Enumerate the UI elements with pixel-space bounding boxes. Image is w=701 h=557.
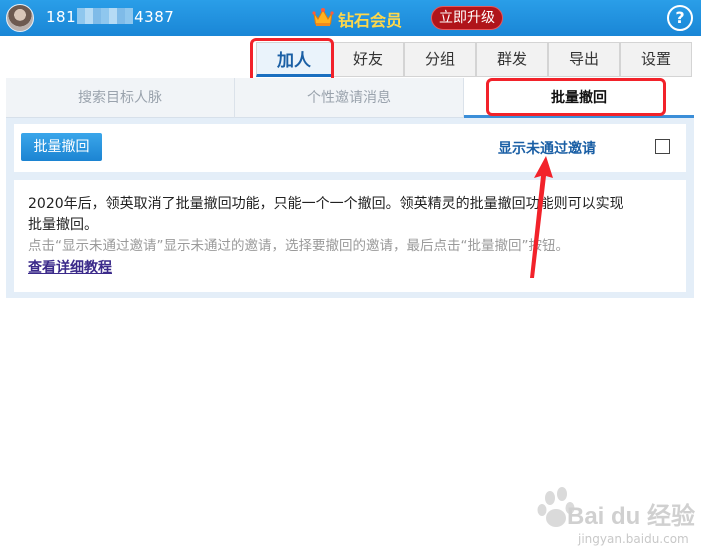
top-bar: 181 4387 钻石会员 立即升级 ? xyxy=(0,0,701,36)
watermark-brand: Bai du 经验 xyxy=(567,503,696,530)
tab-bulk-message[interactable]: 群发 xyxy=(476,42,548,77)
annotation-arrow-icon xyxy=(530,156,553,278)
tab-export[interactable]: 导出 xyxy=(548,42,620,77)
phone-mask xyxy=(77,8,134,24)
vip-label: 钻石会员 xyxy=(338,11,403,30)
crown-icon xyxy=(312,8,334,26)
help-icon[interactable]: ? xyxy=(667,5,693,31)
show-unaccepted-checkbox[interactable] xyxy=(655,139,670,154)
highlight-box-bulk-tab xyxy=(486,78,666,116)
toolbar-panel: 批量撤回 显示未通过邀请 xyxy=(14,124,686,172)
tab-friends[interactable]: 好友 xyxy=(332,42,404,77)
upgrade-button[interactable]: 立即升级 xyxy=(431,6,503,30)
subtab-search-contacts[interactable]: 搜索目标人脉 xyxy=(6,78,235,118)
info-hint: 点击“显示未通过邀请”显示未通过的邀请，选择要撤回的邀请，最后点击“批量撤回”按… xyxy=(28,238,569,254)
watermark-url: jingyan.baidu.com xyxy=(578,532,689,546)
bulk-withdraw-button[interactable]: 批量撤回 xyxy=(21,133,102,161)
avatar[interactable] xyxy=(6,4,34,32)
info-text-line2: 批量撤回。 xyxy=(28,217,98,233)
tutorial-link[interactable]: 查看详细教程 xyxy=(28,258,112,279)
info-text-line1: 2020年后，领英取消了批量撤回功能，只能一个一个撤回。领英精灵的批量撤回功能则… xyxy=(28,196,624,212)
subtab-invite-message[interactable]: 个性邀请消息 xyxy=(235,78,464,118)
tab-settings[interactable]: 设置 xyxy=(620,42,692,77)
info-panel: 2020年后，领英取消了批量撤回功能，只能一个一个撤回。领英精灵的批量撤回功能则… xyxy=(14,180,686,292)
phone-suffix: 4387 xyxy=(134,8,175,26)
tab-groups[interactable]: 分组 xyxy=(404,42,476,77)
phone-prefix: 181 xyxy=(46,8,77,26)
account-phone: 181 4387 xyxy=(46,8,174,26)
